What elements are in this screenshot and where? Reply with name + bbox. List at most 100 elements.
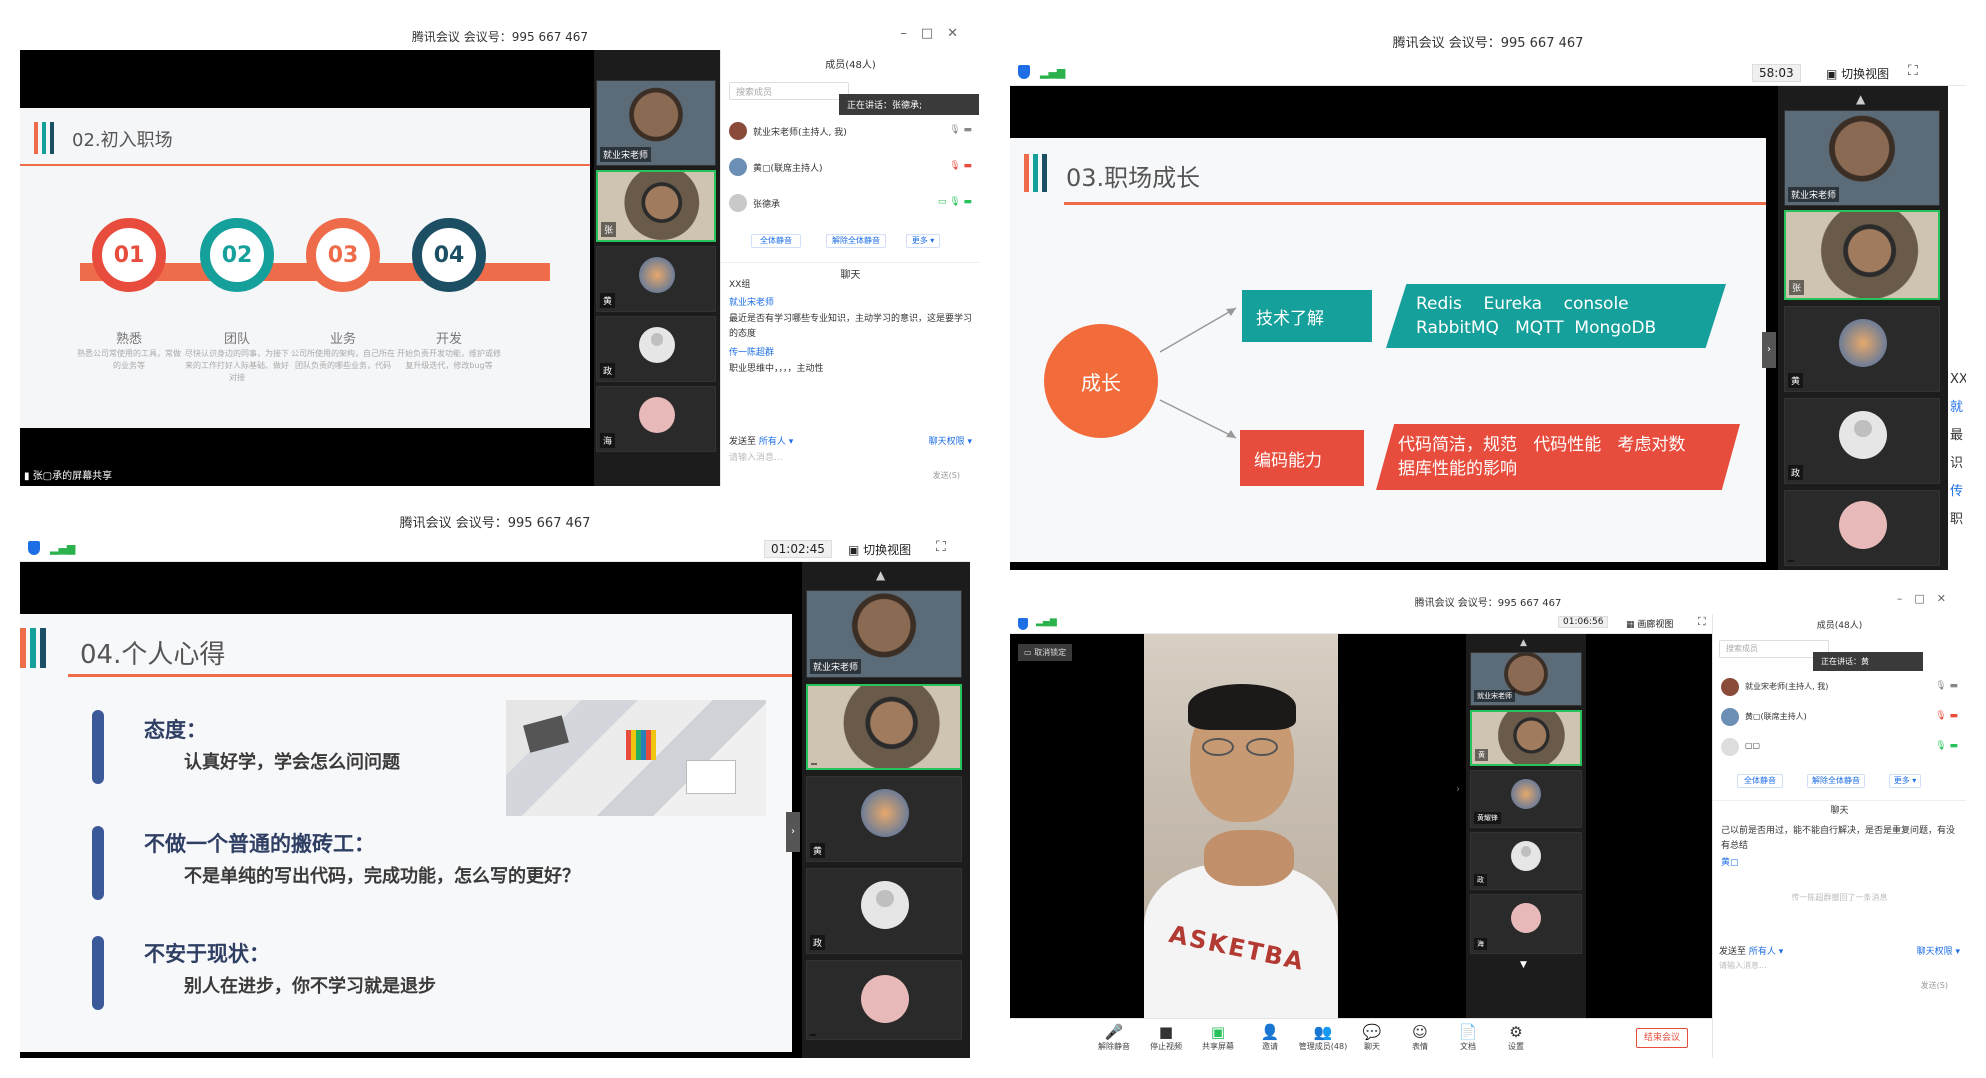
scroll-down-icon[interactable]: ▼: [1520, 960, 1527, 970]
fullscreen-icon[interactable]: ⛶: [1908, 63, 1918, 79]
share-screen-icon: ▣: [1210, 1023, 1226, 1041]
participant-name: 海: [600, 433, 616, 448]
video-tile[interactable]: 黄: [1470, 710, 1582, 766]
participant-name: 就业宋老师: [810, 659, 862, 674]
switch-view-button[interactable]: ▣ 切换视图: [1826, 65, 1889, 82]
emoji-icon: ☺: [1412, 1023, 1428, 1041]
video-tile[interactable]: [806, 684, 962, 770]
avatar: [1839, 501, 1887, 549]
chat-input[interactable]: 请输入消息...: [729, 450, 783, 463]
chat-icon: 💬: [1362, 1023, 1382, 1041]
unmute-button[interactable]: 🎤 解除静音: [1094, 1023, 1134, 1052]
video-tile[interactable]: 黄: [596, 246, 716, 312]
mute-all-button[interactable]: 全体静音: [1737, 774, 1783, 788]
participant-name: 黄: [600, 293, 616, 308]
more-button[interactable]: 更多 ▾: [1889, 774, 1921, 788]
fullscreen-icon[interactable]: ⛶: [936, 539, 946, 555]
member-row[interactable]: ▢▢ 🎙 ▬: [1721, 736, 1958, 758]
cancel-lock-button[interactable]: ▭ 取消锁定: [1018, 644, 1073, 661]
send-button[interactable]: 发送(S): [933, 470, 960, 481]
more-button[interactable]: 更多 ▾: [906, 234, 940, 248]
step-circle-04: 04: [412, 218, 486, 292]
avatar: [1511, 841, 1541, 871]
search-input[interactable]: 搜索成员: [729, 82, 849, 100]
member-row[interactable]: 黄▢(联席主持人) 🎙 ▬: [729, 156, 972, 178]
member-row[interactable]: 就业宋老师(主持人, 我) 🎙 ▬: [1721, 676, 1958, 698]
send-target-dropdown[interactable]: 所有人 ▾: [759, 437, 793, 447]
video-tile[interactable]: 就业宋老师: [806, 590, 962, 678]
participant-name: 就业宋老师: [1474, 690, 1515, 702]
grid-icon: ▣: [848, 543, 864, 557]
speaker-hair: [1188, 684, 1296, 730]
avatar: [1511, 903, 1541, 933]
participant-name: 黄: [1475, 749, 1488, 761]
step-label-02: 团队: [223, 332, 250, 347]
glasses-icon: [1202, 738, 1282, 758]
invite-button[interactable]: 👤 邀请: [1250, 1023, 1290, 1052]
member-row[interactable]: 张德承 ▭ 🎙 ▬: [729, 192, 972, 214]
send-button[interactable]: 发送(S): [1921, 980, 1948, 991]
documents-button[interactable]: 📄 文档: [1448, 1023, 1488, 1052]
avatar: [1721, 738, 1739, 756]
chat-header: 聊天: [1713, 800, 1966, 816]
chat-permission-dropdown[interactable]: 聊天权限 ▾: [1917, 944, 1960, 957]
item-heading: 不做一个普通的搬砖工：: [144, 832, 375, 856]
switch-view-button[interactable]: ▦ 画廊视图: [1626, 617, 1673, 630]
video-tile[interactable]: 黄耀锋: [1470, 770, 1582, 828]
emoji-button[interactable]: ☺ 表情: [1400, 1023, 1440, 1052]
video-tile[interactable]: 就业宋老师: [1784, 110, 1940, 206]
video-tile[interactable]: 政: [1784, 398, 1940, 484]
fullscreen-icon[interactable]: ⛶: [1698, 615, 1706, 629]
manage-members-button[interactable]: 👥 管理成员(48): [1298, 1023, 1348, 1052]
share-screen-button[interactable]: ▣ 共享屏幕: [1198, 1023, 1238, 1052]
chat-input[interactable]: 请输入消息...: [1719, 960, 1767, 971]
collapse-arrow-icon[interactable]: ›: [1762, 332, 1776, 368]
mute-all-button[interactable]: 全体静音: [751, 234, 801, 248]
mic-icon: 🎙 ▬: [1935, 711, 1958, 721]
grid-icon: ▣: [1826, 67, 1842, 81]
switch-view-button[interactable]: ▣ 切换视图: [848, 541, 911, 558]
window-title: 腾讯会议 会议号：995 667 467: [399, 516, 591, 531]
video-tile[interactable]: 就业宋老师: [596, 80, 716, 166]
screenshot-meeting-2: 腾讯会议 会议号：995 667 467 ▂▄▆ 58:03 ▣ 切换视图 ⛶ …: [1010, 20, 1966, 570]
video-tile[interactable]: 就业宋老师: [1470, 652, 1582, 706]
video-tile[interactable]: 张: [1784, 210, 1940, 300]
participant-name: 张: [1789, 280, 1805, 295]
video-tile[interactable]: 海: [596, 386, 716, 452]
video-tile[interactable]: 海: [1470, 894, 1582, 954]
member-row[interactable]: 就业宋老师(主持人, 我) 🎙 ▬: [729, 120, 972, 142]
end-meeting-button[interactable]: 结束会议: [1636, 1028, 1688, 1048]
window-controls[interactable]: –□✕: [1897, 592, 1958, 605]
video-tile[interactable]: 政: [1470, 832, 1582, 890]
window-controls[interactable]: –□✕: [900, 26, 972, 41]
collapse-arrow-icon[interactable]: ›: [786, 812, 800, 852]
video-tile[interactable]: 政: [806, 868, 962, 954]
signal-icon: ▂▄▆: [1040, 66, 1066, 79]
chat-permission-dropdown[interactable]: 聊天权限 ▾: [929, 434, 972, 447]
step-label-01: 熟悉: [115, 332, 142, 347]
video-tile[interactable]: [806, 960, 962, 1040]
meeting-controls-bar: 🎤 解除静音 ■ 停止视频 ▣ 共享屏幕 👤 邀请 👥 管理成员(48) 💬 聊天 ☺ 表情 …: [1010, 1018, 1712, 1058]
chat-button[interactable]: 💬 聊天: [1352, 1023, 1392, 1052]
unmute-all-button[interactable]: 解除全体静音: [826, 234, 886, 248]
video-tile[interactable]: 黄: [806, 776, 962, 862]
participant-name: 黄耀锋: [1474, 812, 1501, 824]
tech-items: Redis Eureka console RabbitMQ MQTT Mongo…: [1386, 284, 1726, 348]
video-tile[interactable]: 张: [596, 170, 716, 242]
step-desc-03: 公司所使用的架构，自己所在团队负责的哪些业务，代码: [291, 349, 395, 370]
window-title: 腾讯会议 会议号：995 667 467: [1392, 36, 1584, 51]
stop-video-button[interactable]: ■ 停止视频: [1146, 1023, 1186, 1052]
scroll-up-icon[interactable]: ▲: [1856, 92, 1865, 106]
collapse-arrow-icon[interactable]: ›: [1456, 784, 1460, 795]
member-name: 就业宋老师(主持人, 我): [753, 128, 847, 138]
send-target-dropdown[interactable]: 所有人 ▾: [1749, 947, 1783, 957]
video-tile[interactable]: 黄: [1784, 306, 1940, 392]
participant-name: 政: [1474, 874, 1487, 886]
member-row[interactable]: 黄▢(联席主持人) 🎙 ▬: [1721, 706, 1958, 728]
unmute-all-button[interactable]: 解除全体静音: [1807, 774, 1865, 788]
scroll-up-icon[interactable]: ▲: [876, 568, 885, 582]
scroll-up-icon[interactable]: ▲: [1520, 638, 1527, 648]
video-tile[interactable]: 政: [596, 316, 716, 382]
settings-button[interactable]: ⚙ 设置: [1496, 1023, 1536, 1052]
video-tile[interactable]: [1784, 490, 1940, 566]
